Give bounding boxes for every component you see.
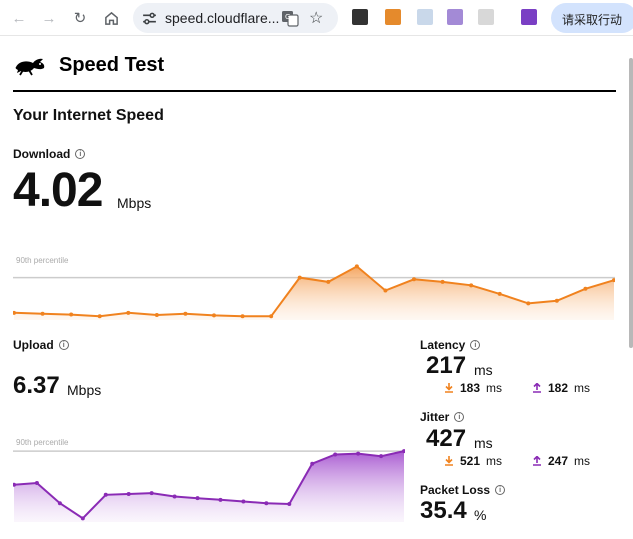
download-point — [212, 313, 216, 318]
upload-point — [356, 451, 361, 456]
download-point — [469, 283, 474, 288]
download-arrow-icon — [445, 383, 453, 393]
address-bar[interactable]: speed.cloudflare... G ☆ — [133, 3, 338, 33]
latency-value: 217 — [426, 352, 467, 379]
home-icon[interactable] — [99, 6, 123, 30]
jitter-upload: 247 ms — [532, 454, 590, 468]
extension-icon-1[interactable] — [352, 9, 368, 25]
upload-point — [218, 497, 223, 502]
download-percentile-label: 90th percentile — [16, 256, 69, 265]
reload-icon[interactable]: ↻ — [68, 6, 92, 30]
jitter-label: Jitter i — [420, 410, 465, 424]
upload-point — [126, 491, 131, 496]
download-point — [554, 298, 559, 303]
address-url[interactable]: speed.cloudflare... — [165, 10, 279, 26]
packet-loss-value: 35.4 — [420, 497, 467, 524]
info-icon[interactable]: i — [495, 485, 506, 495]
jitter-value: 427 — [426, 425, 467, 452]
download-point — [183, 311, 188, 316]
tune-icon[interactable] — [141, 10, 158, 27]
info-icon[interactable]: i — [75, 149, 86, 159]
upload-arrow-icon — [533, 383, 541, 393]
jitter-download: 521 ms — [444, 454, 502, 468]
upload-point — [241, 499, 246, 504]
translate-icon[interactable]: G — [281, 9, 299, 27]
upload-label: Upload i — [13, 338, 69, 352]
upload-point — [333, 452, 338, 457]
forward-icon[interactable]: → — [37, 6, 61, 30]
upload-value: 6.37 — [13, 372, 60, 399]
download-arrow-icon — [445, 456, 453, 466]
info-icon[interactable]: i — [454, 412, 465, 422]
upload-percentile-label: 90th percentile — [16, 438, 69, 447]
download-point — [354, 264, 359, 269]
download-point — [583, 286, 588, 291]
star-icon[interactable]: ☆ — [309, 8, 323, 28]
extension-icon-6[interactable] — [521, 9, 537, 25]
info-icon[interactable]: i — [470, 340, 481, 350]
extension-icon-2[interactable] — [385, 9, 401, 25]
scrollbar[interactable] — [629, 58, 633, 348]
upload-unit: Mbps — [67, 382, 102, 398]
download-point — [40, 311, 45, 316]
back-icon[interactable]: ← — [7, 6, 31, 30]
upload-point — [379, 454, 384, 459]
extension-icon-3[interactable] — [417, 9, 433, 25]
latency-unit: ms — [474, 362, 493, 378]
download-chart — [13, 264, 615, 320]
latency-label: Latency i — [420, 338, 481, 352]
download-point — [297, 275, 302, 280]
browser-toolbar: ← → ↻ speed.cloudflare... G ☆ 请采取行动 — [0, 0, 633, 36]
upload-point — [103, 492, 108, 497]
rabbit-logo-icon — [15, 58, 45, 76]
header-divider — [13, 90, 616, 92]
extension-icon-4[interactable] — [447, 9, 463, 25]
upload-point — [310, 461, 315, 466]
upload-point — [172, 494, 177, 499]
download-label: Download i — [13, 147, 86, 161]
upload-arrow-icon — [533, 456, 541, 466]
upload-chart — [13, 449, 405, 522]
upload-point — [287, 502, 292, 507]
upload-point — [34, 481, 39, 486]
download-area — [14, 266, 614, 320]
upload-point — [57, 501, 62, 506]
page-title: Speed Test — [59, 54, 165, 76]
svg-text:G: G — [285, 13, 290, 21]
info-icon[interactable]: i — [58, 340, 69, 350]
download-point — [97, 314, 102, 319]
upload-point — [149, 491, 154, 496]
download-point — [126, 310, 131, 315]
packet-loss-unit: % — [474, 507, 487, 523]
extension-icon-5[interactable] — [478, 9, 494, 25]
download-point — [326, 279, 331, 284]
download-point — [69, 312, 74, 317]
action-button[interactable]: 请采取行动 — [551, 3, 633, 33]
download-point — [440, 279, 445, 284]
upload-point — [80, 516, 85, 521]
section-title: Your Internet Speed — [13, 107, 164, 124]
download-unit: Mbps — [117, 195, 152, 211]
download-value: 4.02 — [13, 164, 103, 217]
download-point — [154, 312, 159, 317]
packet-loss-label: Packet Loss i — [420, 483, 506, 497]
download-point — [269, 314, 274, 319]
upload-point — [264, 501, 269, 506]
download-point — [497, 291, 502, 296]
jitter-unit: ms — [474, 435, 493, 451]
latency-download: 183 ms — [444, 381, 502, 395]
upload-point — [195, 496, 200, 501]
download-point — [240, 314, 245, 319]
latency-upload: 182 ms — [532, 381, 590, 395]
download-point — [383, 288, 388, 293]
download-point — [526, 301, 531, 306]
download-point — [412, 277, 416, 282]
